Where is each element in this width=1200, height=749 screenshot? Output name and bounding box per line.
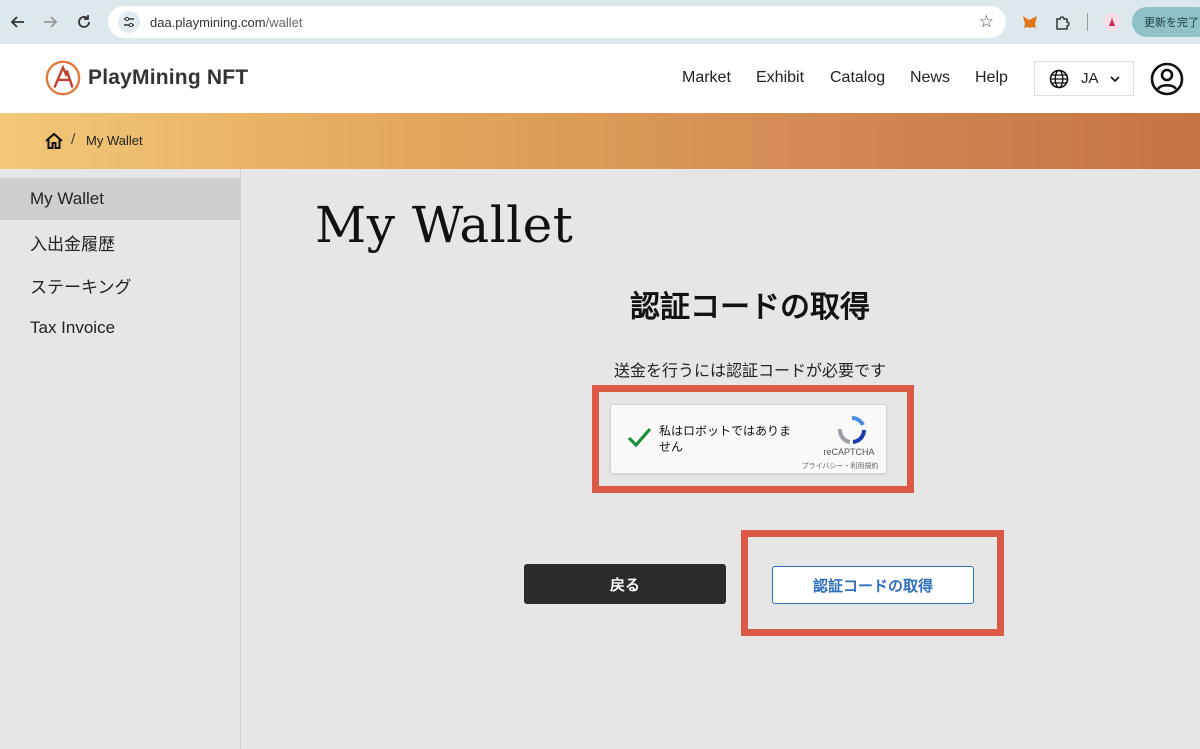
site-info-icon[interactable] — [118, 11, 140, 33]
captcha-label: 私はロボットではありません — [659, 424, 792, 454]
sidebar: My Wallet 入出金履歴 ステーキング Tax Invoice — [0, 169, 241, 749]
nav-news[interactable]: News — [910, 69, 950, 87]
back-button[interactable]: 戻る — [524, 564, 726, 604]
extensions-puzzle-icon[interactable] — [1051, 10, 1075, 34]
sidebar-item-transaction-history[interactable]: 入出金履歴 — [0, 221, 240, 263]
account-icon[interactable] — [1150, 62, 1184, 96]
nav-catalog[interactable]: Catalog — [830, 69, 885, 87]
sidebar-item-staking[interactable]: ステーキング — [0, 264, 240, 306]
site-header: PlayMining NFT Market Exhibit Catalog Ne… — [0, 44, 1200, 113]
language-label: JA — [1081, 70, 1099, 87]
checkmark-icon[interactable] — [625, 423, 653, 451]
captcha-brand: reCAPTCHA — [823, 447, 875, 457]
home-icon[interactable] — [44, 131, 64, 151]
chevron-down-icon — [1109, 75, 1120, 82]
logo-text[interactable]: PlayMining NFT — [88, 66, 248, 90]
nav-market[interactable]: Market — [682, 69, 731, 87]
captcha-privacy-terms-link[interactable]: プライバシー・利用規約 — [795, 461, 885, 471]
toolbar-divider — [1087, 13, 1088, 31]
breadcrumb: / My Wallet — [0, 113, 1200, 169]
recaptcha-logo-icon — [837, 415, 867, 444]
breadcrumb-current: My Wallet — [86, 133, 143, 148]
url-text: daa.playmining.com/wallet — [150, 14, 303, 30]
nav-help[interactable]: Help — [975, 69, 1008, 87]
playmining-logo-icon[interactable] — [44, 59, 82, 97]
get-code-button[interactable]: 認証コードの取得 — [772, 566, 974, 604]
breadcrumb-separator: / — [71, 132, 76, 147]
sidebar-item-my-wallet[interactable]: My Wallet — [0, 178, 240, 220]
page-title: My Wallet — [315, 196, 574, 254]
requirement-note: 送金を行うには認証コードが必要です — [613, 361, 886, 380]
browser-toolbar: daa.playmining.com/wallet ☆ 更新を完了 — [0, 0, 1200, 44]
profile-avatar-icon[interactable] — [1100, 10, 1124, 34]
metamask-fox-icon[interactable] — [1018, 10, 1042, 34]
back-arrow-icon[interactable] — [3, 7, 33, 37]
recaptcha-widget[interactable]: 私はロボットではありません reCAPTCHA プライバシー・利用規約 — [610, 404, 887, 474]
bookmark-star-icon[interactable]: ☆ — [979, 12, 994, 32]
section-title: 認証コードの取得 — [630, 290, 870, 325]
reload-icon[interactable] — [69, 7, 99, 37]
sidebar-item-tax-invoice[interactable]: Tax Invoice — [0, 307, 240, 349]
nav-exhibit[interactable]: Exhibit — [756, 69, 804, 87]
update-browser-button[interactable]: 更新を完了 — [1132, 7, 1200, 37]
language-selector[interactable]: JA — [1034, 61, 1134, 96]
address-bar[interactable]: daa.playmining.com/wallet ☆ — [108, 6, 1006, 38]
forward-arrow-icon[interactable] — [35, 7, 65, 37]
globe-icon — [1049, 69, 1069, 88]
